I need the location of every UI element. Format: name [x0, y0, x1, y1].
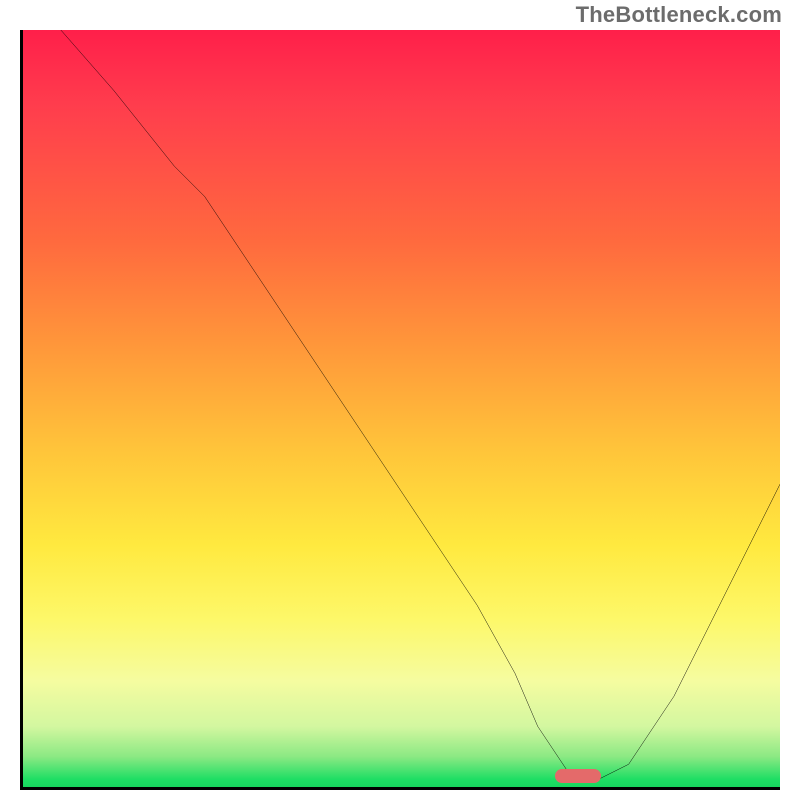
plot-area — [20, 30, 780, 790]
optimal-range-marker — [555, 769, 601, 783]
chart-canvas: TheBottleneck.com — [0, 0, 800, 800]
watermark-text: TheBottleneck.com — [576, 4, 782, 26]
bottleneck-curve — [23, 30, 780, 787]
